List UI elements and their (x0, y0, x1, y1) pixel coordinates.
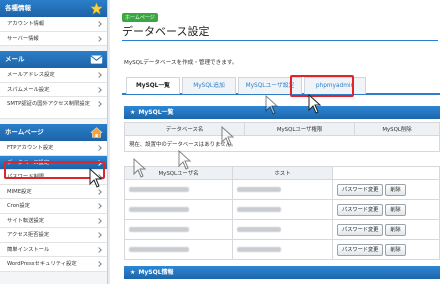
page-category-badge: ホームページ (122, 13, 158, 22)
title-divider (122, 40, 438, 41)
table-row: パスワード変更 削除 (124, 199, 440, 220)
main-panel: ホームページ データベース設定 MySQLデータベースを作成・管理できます。 M… (110, 0, 445, 284)
user-name-cell (124, 219, 233, 240)
section-heading-text: MySQL一覧 (138, 109, 174, 116)
table-row: パスワード変更 削除 (124, 219, 440, 240)
mouse-cursor-icon (89, 168, 103, 188)
table-header-row: データベース名 MySQLユーザ権限 MySQL削除 (124, 122, 440, 136)
delete-button[interactable]: 削除 (385, 243, 406, 256)
sidebar: 各種情報 アカウント情報 サーバー情報 メール メールアドレス設定 スパムメール… (0, 0, 108, 284)
mouse-cursor-icon (308, 94, 322, 114)
star-icon: ★ (130, 109, 136, 116)
sidebar-section-title: メール (5, 55, 25, 63)
host-cell (232, 179, 333, 200)
table-row: パスワード変更 削除 (124, 239, 440, 260)
column-header: MySQLユーザ権限 (244, 122, 355, 136)
redacted-text (237, 206, 281, 212)
sidebar-item-server[interactable]: サーバー情報 (0, 31, 107, 46)
user-name-cell (124, 179, 233, 200)
sidebar-item-spam[interactable]: スパムメール設定 (0, 82, 107, 97)
mysql-user-table: MySQLユーザ名 ホスト パスワード変更 削除 パスワード変更 削除 パスワード変… (124, 166, 440, 260)
change-password-button[interactable]: パスワード変更 (337, 203, 384, 216)
mouse-cursor-icon (221, 126, 235, 146)
actions-cell: パスワード変更 削除 (332, 219, 440, 240)
host-cell (232, 239, 333, 260)
change-password-button[interactable]: パスワード変更 (337, 243, 384, 256)
user-name-cell (124, 239, 233, 260)
redacted-text (129, 226, 189, 232)
database-table: データベース名 MySQLユーザ権限 MySQL削除 現在、設置中のデータベース… (124, 122, 440, 152)
empty-message: 現在、設置中のデータベースはありません。 (124, 135, 440, 152)
star-icon: ★ (130, 269, 136, 276)
host-cell (232, 219, 333, 240)
sidebar-item-access-deny[interactable]: アクセス拒否設定 (0, 228, 107, 243)
sidebar-section-mail: メール (0, 51, 107, 68)
column-header: MySQL削除 (354, 122, 440, 136)
sidebar-item-ftp[interactable]: FTPアカウント設定 (0, 141, 107, 156)
sidebar-section-info: 各種情報 (0, 0, 107, 17)
sidebar-section-homepage: ホームページ (0, 124, 107, 141)
change-password-button[interactable]: パスワード変更 (337, 183, 384, 196)
host-cell (232, 199, 333, 220)
delete-button[interactable]: 削除 (385, 203, 406, 216)
table-header-row: MySQLユーザ名 ホスト (124, 166, 440, 180)
redacted-text (237, 186, 281, 192)
mail-icon (90, 55, 103, 64)
actions-cell: パスワード変更 削除 (332, 239, 440, 260)
screen: 各種情報 アカウント情報 サーバー情報 メール メールアドレス設定 スパムメール… (0, 0, 445, 284)
change-password-button[interactable]: パスワード変更 (337, 223, 384, 236)
mouse-cursor-icon (265, 95, 279, 115)
redacted-text (237, 246, 281, 252)
redacted-text (129, 206, 189, 212)
delete-button[interactable]: 削除 (385, 183, 406, 196)
section-mysql-list-heading: ★ MySQL一覧 (124, 106, 440, 119)
highlight-phpmyadmin-tab (290, 75, 354, 97)
section-heading-text: MySQL情報 (138, 269, 174, 276)
sidebar-item-wp-security[interactable]: WordPressセキュリティ設定 (0, 257, 107, 272)
section-mysql-info-heading: ★ MySQL情報 (124, 266, 440, 279)
page-title: データベース設定 (122, 25, 210, 38)
redacted-text (237, 226, 281, 232)
sidebar-section-title: ホームページ (5, 128, 44, 136)
star-icon (90, 2, 103, 15)
column-header-empty (332, 166, 440, 180)
page-description: MySQLデータベースを作成・管理できます。 (124, 60, 238, 66)
mouse-cursor-icon (133, 158, 147, 178)
mouse-cursor-icon (178, 150, 192, 170)
sidebar-item-mail-address[interactable]: メールアドレス設定 (0, 68, 107, 83)
user-name-cell (124, 199, 233, 220)
tab-mysql-add[interactable]: MySQL追加 (182, 77, 236, 94)
tab-mysql-list[interactable]: MySQL一覧 (126, 77, 180, 94)
table-row: 現在、設置中のデータベースはありません。 (124, 135, 440, 152)
actions-cell: パスワード変更 削除 (332, 199, 440, 220)
sidebar-item-smtp[interactable]: SMTP認証の国外アクセス制限設定 (0, 97, 107, 119)
sidebar-item-cron[interactable]: Cron設定 (0, 199, 107, 214)
redacted-text (129, 186, 189, 192)
table-row: パスワード変更 削除 (124, 179, 440, 200)
sidebar-section-title: 各種情報 (5, 4, 31, 12)
delete-button[interactable]: 削除 (385, 223, 406, 236)
sidebar-item-account[interactable]: アカウント情報 (0, 17, 107, 32)
tab-bar: MySQL一覧 MySQL追加 MySQLユーザ設定 phpmyadmin (122, 76, 440, 95)
column-header: ホスト (232, 166, 333, 180)
redacted-text (129, 246, 189, 252)
sidebar-item-redirect[interactable]: サイト転送設定 (0, 213, 107, 228)
home-icon (90, 127, 103, 138)
actions-cell: パスワード変更 削除 (332, 179, 440, 200)
sidebar-item-install[interactable]: 簡単インストール (0, 242, 107, 257)
